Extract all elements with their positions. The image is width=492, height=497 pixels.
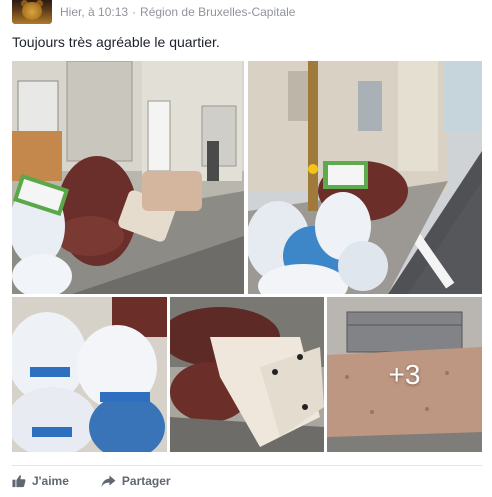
post-meta: Hier, à 10:13 · Région de Bruxelles-Capi… (60, 5, 295, 19)
share-label: Partager (121, 474, 171, 488)
gallery-photo-3[interactable] (12, 297, 167, 452)
share-button[interactable]: Partager (101, 474, 171, 488)
post-timestamp[interactable]: Hier, à 10:13 (60, 5, 128, 19)
actions-divider (12, 465, 482, 466)
like-button[interactable]: J'aime (12, 474, 69, 488)
share-arrow-icon (101, 474, 116, 487)
more-photos-overlay[interactable]: +3 (327, 297, 482, 452)
thumbs-up-icon (12, 475, 26, 488)
photo-trash-bags-closeup (12, 297, 167, 452)
gallery-photo-5[interactable]: +3 (327, 297, 482, 452)
photo-armchair-and-trash-bags (12, 61, 244, 294)
post-actions: J'aime Partager (12, 470, 171, 492)
meta-separator: · (132, 5, 137, 19)
avatar[interactable] (12, 0, 52, 24)
photo-armchair-and-mattress (170, 297, 324, 452)
more-photos-count: +3 (388, 358, 421, 390)
like-label: J'aime (32, 474, 69, 488)
post-location[interactable]: Région de Bruxelles-Capitale (140, 5, 295, 19)
post-text: Toujours très agréable le quartier. (12, 34, 220, 50)
post-header: Hier, à 10:13 · Région de Bruxelles-Capi… (12, 0, 295, 24)
gallery-photo-1[interactable] (12, 61, 244, 294)
gallery-photo-2[interactable] (248, 61, 482, 294)
gallery-photo-4[interactable] (170, 297, 324, 452)
photo-sofa-and-trash-bags-street (248, 61, 482, 294)
